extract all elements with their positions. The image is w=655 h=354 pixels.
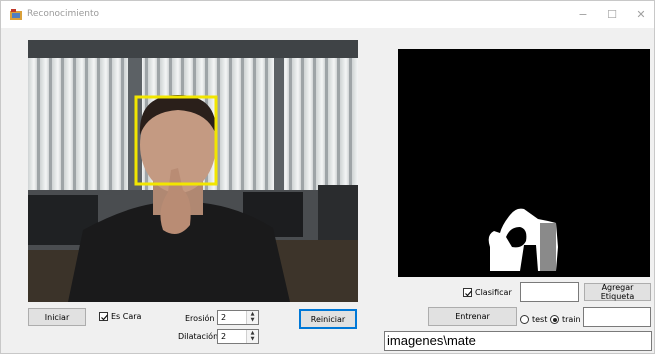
app-window: Reconocimiento − ☐ ✕ Iniciar Es Cara Ero… [0,0,655,354]
down-arrow-icon[interactable]: ▼ [247,336,258,342]
title-bar[interactable]: Reconocimiento − ☐ ✕ [1,1,654,28]
train-input-field[interactable] [583,307,651,327]
image-path-field[interactable]: imagenes\mate [384,331,652,351]
clasificar-output-field[interactable] [520,282,579,302]
radio-selected-dot [552,317,557,322]
app-icon [10,9,22,20]
train-radio[interactable] [550,315,559,324]
check-icon [465,290,472,297]
agregar-etiqueta-button[interactable]: Agregar Etiqueta [584,283,651,301]
test-label: test [532,315,548,324]
segmentation-view [398,49,650,277]
clasificar-checkbox[interactable] [463,288,472,297]
close-button[interactable]: ✕ [624,1,655,28]
check-icon [101,314,108,321]
down-arrow-icon[interactable]: ▼ [247,317,258,323]
clasificar-label: Clasificar [475,288,512,297]
window-title: Reconocimiento [27,9,100,19]
hand-mask-image [398,49,650,277]
iniciar-button[interactable]: Iniciar [28,308,86,326]
erosion-value: 2 [221,313,227,322]
reiniciar-button[interactable]: Reiniciar [299,309,357,329]
camera-view [28,40,358,302]
erosion-stepper[interactable]: 2 ▲ ▼ [217,310,259,325]
dilatacion-stepper[interactable]: 2 ▲ ▼ [217,329,259,344]
dilatacion-arrows[interactable]: ▲ ▼ [246,330,258,343]
dilatacion-value: 2 [221,332,227,341]
train-label: train [562,315,581,324]
es-cara-label: Es Cara [111,312,142,321]
entrenar-button[interactable]: Entrenar [428,307,517,326]
erosion-label: Erosión [185,314,215,323]
es-cara-checkbox[interactable] [99,312,108,321]
erosion-arrows[interactable]: ▲ ▼ [246,311,258,324]
test-radio[interactable] [520,315,529,324]
dilatacion-label: Dilatación [178,332,219,341]
camera-frame-image [28,40,358,302]
